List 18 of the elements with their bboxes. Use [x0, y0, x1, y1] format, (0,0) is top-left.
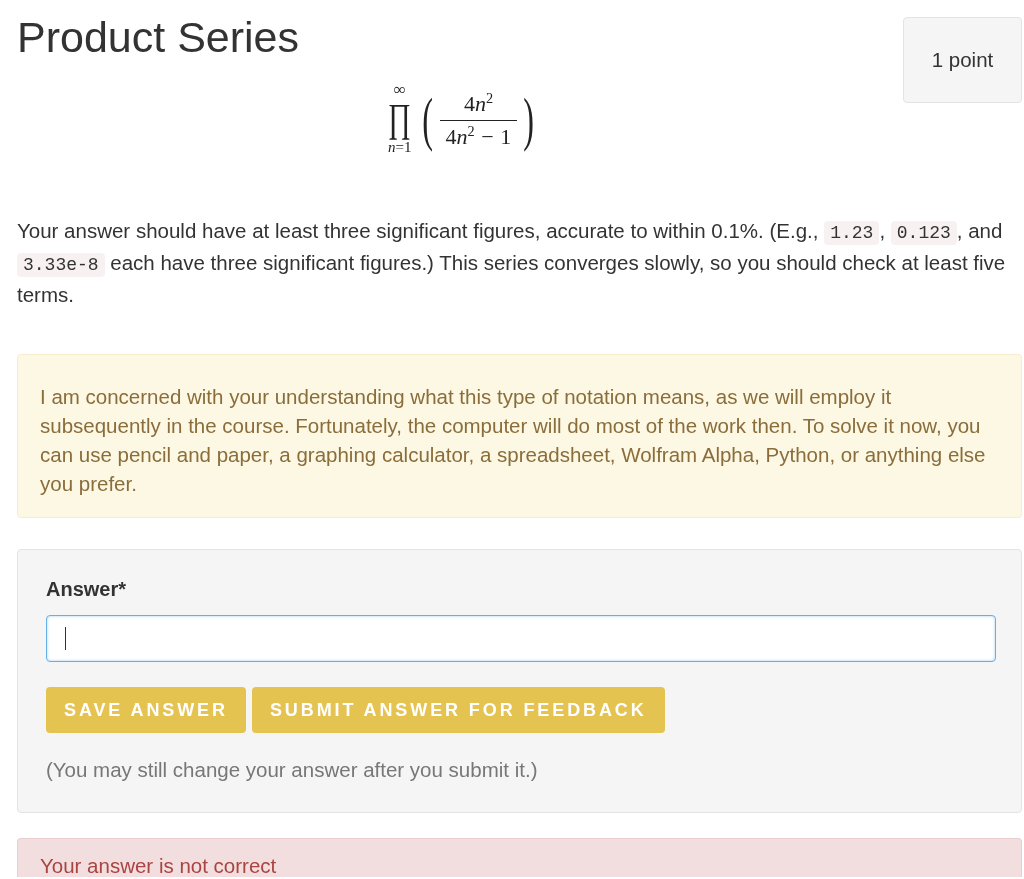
denominator: 4n$^{2}$ − 1 — [444, 121, 513, 150]
save-answer-button[interactable]: SAVE ANSWER — [46, 687, 246, 733]
submission-note: (You may still change your answer after you submit it.) — [46, 759, 538, 781]
text-cursor-icon — [65, 627, 66, 650]
left-parenthesis: ( — [422, 84, 434, 154]
points-badge: 1 point — [903, 17, 1022, 103]
instructions-paragraph: Your answer should have at least three significant figures, accurate to within 0.1%. (E.g., 1.23 , 0.123 , and 3.33e-8 each have three significant figures.) This series converges slowly, so you should check at least five terms. — [17, 218, 1007, 308]
error-message: Your answer is not correct — [17, 838, 1022, 877]
upper-limit: ∞ — [393, 83, 406, 97]
right-parenthesis: ) — [523, 84, 535, 154]
submit-answer-button[interactable]: SUBMIT ANSWER FOR FEEDBACK — [251, 687, 665, 733]
answer-input[interactable] — [46, 615, 996, 662]
warning-message: I am concerned with your understanding what this type of notation means, as we will employ it subsequently in the course. Fortunately, the computer will do most of the work then. To solve it now, you can use pencil and paper, a graphing calculator, a spreadsheet, Wolfram Alpha, Python, or anything else you prefer. — [17, 354, 1022, 518]
page-title: Product Series — [17, 15, 300, 59]
lower-limit: n=1 — [388, 139, 412, 156]
numerator: 4n$^{2}$ — [439, 89, 518, 121]
answer-label: Answer* — [46, 578, 127, 600]
product-symbol: ∏ — [388, 97, 412, 139]
